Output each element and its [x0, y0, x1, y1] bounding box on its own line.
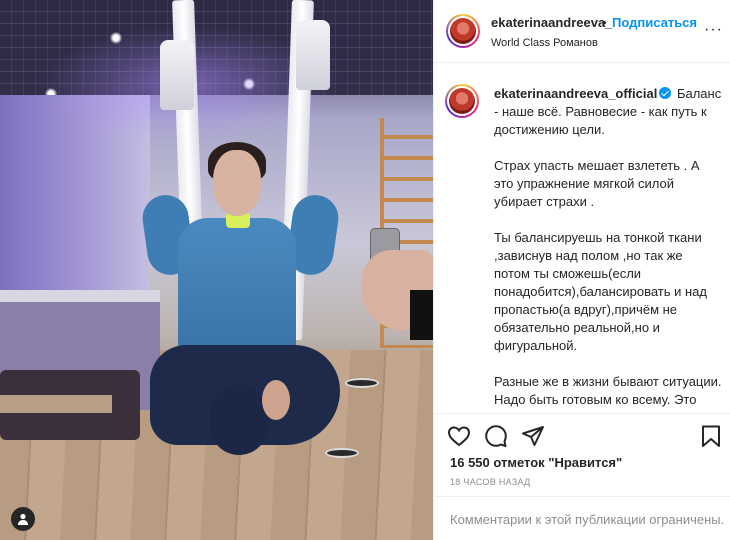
- post-side-panel: ekaterinaandreeva_ • Подписаться World C…: [433, 0, 730, 540]
- caption-paragraph: Страх упасть мешает взлететь . А это упр…: [494, 158, 700, 209]
- avatar[interactable]: [446, 14, 480, 48]
- user-tag-icon[interactable]: [11, 507, 35, 531]
- reformer-frame: [0, 395, 112, 413]
- share-icon[interactable]: [521, 424, 545, 448]
- person-shin: [210, 385, 268, 455]
- caption-paragraph: Разные же в жизни бывают ситуации. Надо …: [494, 374, 722, 412]
- floor-light: [325, 448, 359, 458]
- floor-light: [345, 378, 379, 388]
- follow-button[interactable]: Подписаться: [612, 15, 697, 30]
- heart-icon[interactable]: [447, 424, 471, 448]
- bookmark-icon[interactable]: [699, 424, 723, 448]
- person-head: [213, 150, 261, 216]
- caption-area[interactable]: ekaterinaandreeva_official Баланс - наше…: [434, 64, 730, 412]
- hammock-fabric-right: [296, 20, 330, 90]
- header-separator: •: [602, 15, 607, 30]
- more-options-icon[interactable]: ···: [704, 22, 723, 38]
- comment-icon[interactable]: [484, 424, 508, 448]
- verified-badge-icon: [659, 87, 672, 99]
- caption-paragraph: Ты балансируешь на тонкой ткани ,зависну…: [494, 230, 707, 353]
- user-tag-glyph: [18, 513, 28, 525]
- caption-text: ekaterinaandreeva_official Баланс - наше…: [494, 85, 722, 412]
- location-link[interactable]: World Class Романов: [491, 37, 598, 49]
- post-timestamp[interactable]: 18 часов назад: [450, 477, 531, 487]
- sleeve: [410, 290, 433, 340]
- hammock-fabric-left: [160, 40, 194, 110]
- post-header: ekaterinaandreeva_ • Подписаться World C…: [434, 0, 730, 63]
- post-photo[interactable]: [0, 0, 433, 540]
- person-foot: [262, 380, 290, 420]
- person-jacket: [178, 218, 296, 358]
- caption-avatar[interactable]: [445, 84, 479, 118]
- comments-disabled-text: Комментарии к этой публикации ограничены…: [450, 512, 725, 527]
- header-username[interactable]: ekaterinaandreeva_: [491, 15, 612, 30]
- caption-username[interactable]: ekaterinaandreeva_official: [494, 86, 657, 101]
- action-bar: [434, 413, 730, 457]
- likes-count[interactable]: 16 550 отметок "Нравится": [450, 455, 622, 470]
- comments-section: Комментарии к этой публикации ограничены…: [434, 496, 730, 540]
